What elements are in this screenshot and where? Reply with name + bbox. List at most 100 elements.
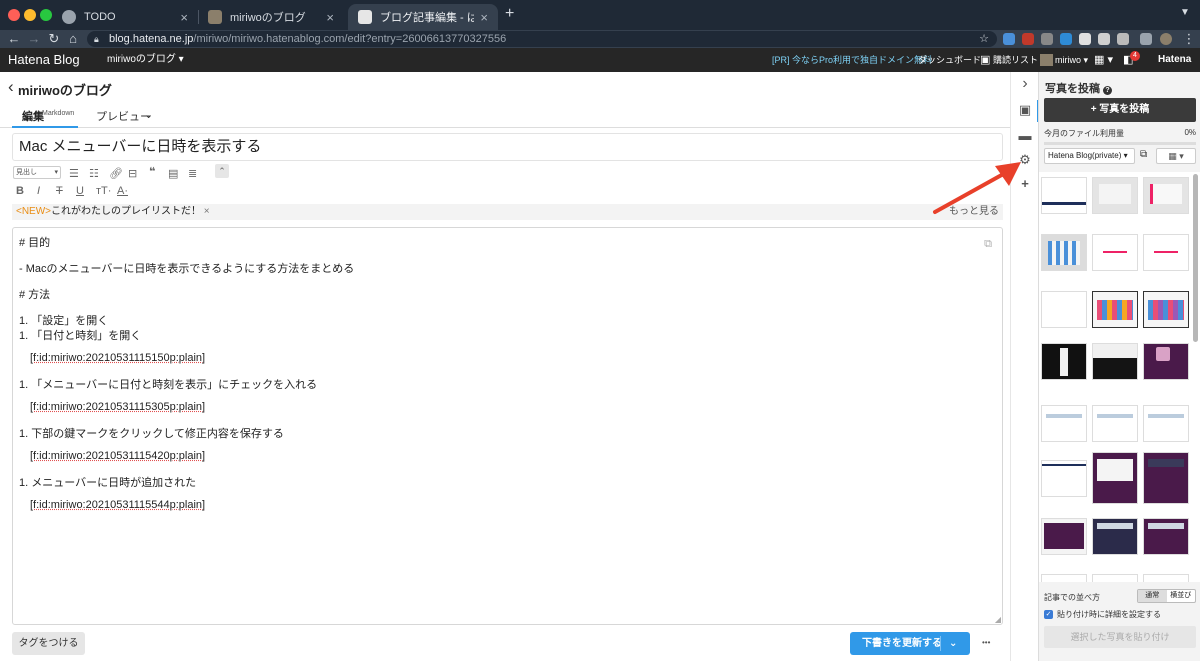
subscription-link[interactable]: 購読リスト — [993, 48, 1038, 72]
table-icon[interactable]: ▤ — [168, 167, 178, 180]
close-icon[interactable]: × — [204, 206, 210, 217]
browser-tab-editor[interactable]: ブログ記事編集 - はてなブログ × — [348, 4, 498, 30]
minimize-window-button[interactable] — [24, 9, 36, 21]
apps-grid-icon[interactable]: ▦ ▾ — [1094, 48, 1113, 72]
chevron-down-icon[interactable]: ⌄ — [949, 632, 957, 655]
folder-icon[interactable]: ▬ — [1017, 128, 1033, 144]
photo-thumbnail[interactable] — [1041, 234, 1087, 271]
photo-upload-icon[interactable]: ▣ — [1017, 102, 1033, 118]
resize-handle-icon[interactable]: ◢ — [995, 615, 1001, 624]
photo-thumbnail[interactable] — [1092, 234, 1138, 271]
photo-thumbnail[interactable] — [1092, 405, 1138, 442]
extension-icon[interactable] — [1022, 33, 1034, 45]
browser-tab-todo[interactable]: TODO × — [52, 4, 198, 30]
promo-link[interactable]: [PR] 今ならPro利用で独自ドメイン無料 — [772, 48, 932, 72]
photo-thumbnail[interactable] — [1041, 574, 1087, 582]
extension-icon[interactable] — [1079, 33, 1091, 45]
photo-thumbnail[interactable] — [1041, 343, 1087, 380]
quote-icon[interactable]: ❝ — [149, 165, 155, 178]
tab-preview[interactable]: プレビュー ⌄ — [96, 100, 156, 128]
photo-thumbnail[interactable] — [1092, 177, 1138, 214]
close-window-button[interactable] — [8, 9, 20, 21]
paste-selected-photos-button[interactable]: 選択した写真を貼り付け — [1044, 626, 1196, 648]
bulleted-list-icon[interactable]: ☰ — [69, 167, 79, 180]
photo-thumbnail[interactable] — [1143, 291, 1189, 328]
user-menu[interactable]: miriwo ▾ — [1055, 48, 1088, 72]
hatena-logo[interactable]: Hatena — [1158, 48, 1191, 72]
collapse-toolbar-icon[interactable]: ⌃ — [215, 164, 229, 178]
browser-tab-blog[interactable]: miriwoのブログ × — [198, 4, 344, 30]
extension-icon[interactable] — [1117, 33, 1129, 45]
font-size-icon[interactable]: тT· — [96, 185, 111, 197]
photo-thumbnail[interactable] — [1143, 234, 1189, 271]
upload-photo-button[interactable]: + 写真を投稿 — [1044, 98, 1196, 122]
help-icon[interactable]: ? — [1103, 86, 1113, 95]
photo-thumbnail[interactable] — [1143, 518, 1189, 555]
photo-thumbnail[interactable] — [1092, 452, 1138, 504]
hatena-blog-logo[interactable]: Hatena Blog — [8, 48, 80, 72]
tab-edit[interactable]: 編集 Markdown — [12, 100, 78, 128]
photo-thumbnail[interactable] — [1041, 177, 1087, 214]
order-normal-button[interactable]: 通常 — [1138, 590, 1167, 602]
numbered-list-icon[interactable]: ☷ — [89, 167, 99, 180]
italic-icon[interactable]: I — [37, 185, 40, 197]
photo-thumbnail[interactable] — [1092, 343, 1138, 380]
add-tag-button[interactable]: タグをつける — [12, 632, 85, 655]
photo-thumbnail[interactable] — [1092, 291, 1138, 328]
user-avatar[interactable] — [1040, 54, 1053, 66]
body-textarea[interactable]: ⧉ # 目的 - Macのメニューバーに日時を表示できるようにする方法をまとめる… — [12, 227, 1003, 625]
home-icon[interactable]: ⌂ — [64, 30, 82, 48]
heading-select[interactable]: 見出し ▾ — [13, 166, 61, 179]
back-button[interactable]: ‹ — [8, 77, 14, 97]
text-color-icon[interactable]: A· — [117, 185, 128, 197]
extensions-puzzle-icon[interactable] — [1140, 33, 1152, 45]
maximize-window-button[interactable] — [40, 9, 52, 21]
horizontal-rule-icon[interactable]: ⊟ — [128, 167, 137, 180]
strikethrough-icon[interactable]: T — [56, 185, 63, 197]
collapse-panel-icon[interactable]: › — [1017, 76, 1033, 92]
forward-icon[interactable]: → — [25, 30, 43, 48]
photo-thumbnail[interactable] — [1143, 574, 1189, 582]
copy-icon[interactable]: ⧉ — [984, 238, 992, 251]
subscription-icon[interactable]: ▣ — [980, 48, 990, 72]
more-options-icon[interactable]: ••• — [982, 638, 990, 647]
title-input[interactable]: Mac メニューバーに日時を表示する — [12, 133, 1003, 161]
photo-thumbnail[interactable] — [1092, 574, 1138, 582]
photo-thumbnail[interactable] — [1041, 460, 1087, 497]
photo-thumbnail[interactable] — [1143, 452, 1189, 504]
underline-icon[interactable]: U — [76, 185, 84, 197]
more-tools-icon[interactable]: ≣ — [188, 167, 197, 180]
order-side-by-side-button[interactable]: 横並び — [1167, 590, 1196, 602]
bookmark-star-icon[interactable]: ☆ — [979, 31, 989, 47]
tab-search-icon[interactable]: ▼ — [1180, 7, 1190, 18]
photo-thumbnail[interactable] — [1092, 518, 1138, 555]
back-icon[interactable]: ← — [5, 30, 23, 48]
photo-thumbnail[interactable] — [1143, 177, 1189, 214]
bold-icon[interactable]: B — [16, 185, 24, 197]
extension-icon[interactable] — [1098, 33, 1110, 45]
browser-menu-icon[interactable]: ⋮ — [1180, 30, 1198, 48]
detail-checkbox[interactable]: ✓ — [1044, 610, 1053, 619]
close-tab-icon[interactable]: × — [326, 10, 334, 25]
notice-text[interactable]: これがわたしのプレイリストだ！ — [51, 206, 201, 217]
extension-icon[interactable] — [1041, 33, 1053, 45]
album-select[interactable]: Hatena Blog(private) ▾ — [1044, 148, 1135, 164]
profile-avatar[interactable] — [1160, 33, 1172, 45]
photo-thumbnail[interactable] — [1041, 291, 1087, 328]
photo-thumbnail[interactable] — [1041, 518, 1087, 555]
thumbnail-scrollbar[interactable] — [1193, 174, 1198, 342]
photo-thumbnail[interactable] — [1143, 343, 1189, 380]
save-draft-button[interactable]: 下書きを更新する ⌄ — [850, 632, 970, 655]
address-bar[interactable]: 🔒︎ blog.hatena.ne.jp/miriwo/miriwo.haten… — [87, 31, 997, 47]
link-icon[interactable]: 🔗︎ — [109, 167, 123, 180]
blog-selector[interactable]: miriwoのブログ ▾ — [107, 48, 184, 72]
extension-icon[interactable] — [1060, 33, 1072, 45]
close-tab-icon[interactable]: × — [180, 10, 188, 25]
reload-icon[interactable]: ↻ — [45, 30, 63, 48]
view-toggle-button[interactable]: ▦ ▾ — [1156, 148, 1196, 164]
photo-thumbnail[interactable] — [1041, 405, 1087, 442]
external-link-icon[interactable]: ⧉ — [1140, 149, 1147, 160]
new-tab-button[interactable]: + — [505, 5, 514, 23]
extension-icon[interactable] — [1003, 33, 1015, 45]
dashboard-link[interactable]: ダッシュボード — [918, 48, 981, 72]
